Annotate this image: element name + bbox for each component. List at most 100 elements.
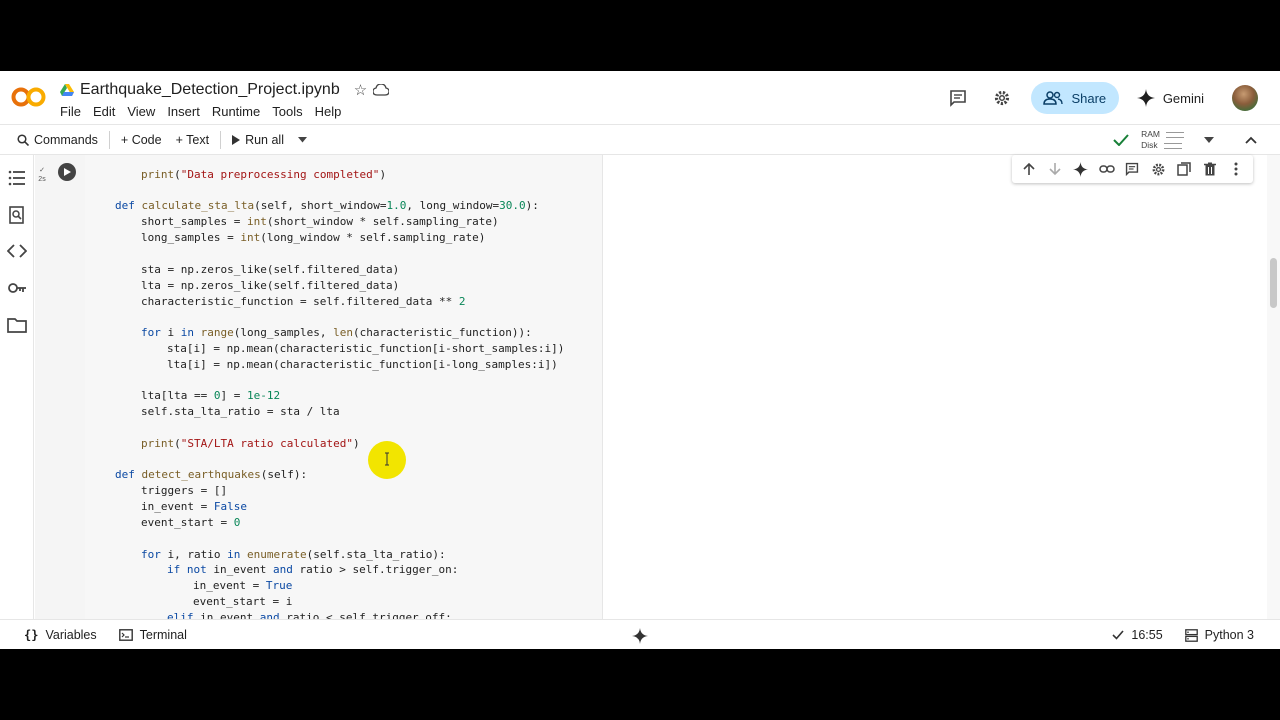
code-line[interactable]: long_samples = int(long_window * self.sa…: [141, 230, 485, 246]
link-icon[interactable]: [1098, 161, 1115, 177]
people-icon: [1043, 91, 1064, 105]
cell-settings-gear-icon[interactable]: [1150, 161, 1166, 177]
notebook-title[interactable]: Earthquake_Detection_Project.ipynb: [80, 81, 340, 99]
user-avatar[interactable]: [1232, 85, 1258, 111]
gemini-button[interactable]: Gemini: [1136, 89, 1204, 107]
secrets-key-icon[interactable]: [7, 278, 27, 298]
code-line[interactable]: short_samples = int(short_window * self.…: [141, 214, 499, 230]
notebook-toolbar: Commands + Code + Text Run all RAM Disk: [0, 124, 1280, 155]
menu-file[interactable]: File: [60, 104, 87, 119]
play-icon: [232, 135, 241, 145]
gemini-sparkle-icon: [1136, 89, 1155, 107]
move-up-icon[interactable]: [1021, 161, 1037, 177]
code-line[interactable]: event_start = 0: [141, 515, 240, 531]
terminal-icon: [118, 629, 133, 641]
scrollbar-track[interactable]: [1267, 155, 1280, 619]
status-bar: {} Variables Terminal 16:55 Python 3: [0, 619, 1280, 649]
code-line[interactable]: in_event = True: [193, 578, 292, 594]
ram-label: RAM: [1141, 129, 1160, 139]
more-vert-icon[interactable]: [1228, 161, 1244, 177]
gemini-label: Gemini: [1162, 90, 1204, 106]
title-row: Earthquake_Detection_Project.ipynb ☆: [60, 80, 390, 100]
code-line[interactable]: elif in_event and ratio < self.trigger_o…: [167, 610, 452, 619]
code-line[interactable]: def detect_earthquakes(self):: [115, 467, 307, 483]
gemini-sparkle-icon[interactable]: [632, 628, 648, 644]
check-icon: [1112, 630, 1124, 640]
add-code-button[interactable]: + Code: [114, 133, 169, 147]
share-label: Share: [1071, 90, 1107, 106]
code-line[interactable]: print("STA/LTA ratio calculated"): [141, 436, 360, 452]
terminal-label: Terminal: [139, 628, 187, 642]
status-time: 16:55: [1131, 628, 1163, 642]
code-line[interactable]: sta = np.zeros_like(self.filtered_data): [141, 262, 399, 278]
code-line[interactable]: lta[i] = np.mean(characteristic_function…: [167, 357, 558, 373]
code-line[interactable]: def calculate_sta_lta(self, short_window…: [115, 198, 539, 214]
toolbar-divider: [220, 131, 222, 149]
menu-tools[interactable]: Tools: [266, 104, 308, 119]
share-button[interactable]: Share: [1030, 82, 1119, 114]
play-icon: [63, 168, 71, 176]
code-line[interactable]: for i in range(long_samples, len(charact…: [141, 325, 532, 341]
star-icon[interactable]: ☆: [354, 81, 367, 99]
exec-time: 2s: [38, 176, 46, 183]
collapse-header-button[interactable]: [1236, 125, 1266, 155]
header-actions: Share Gemini: [943, 82, 1280, 114]
caret-down-icon: [1204, 137, 1214, 143]
menu-help[interactable]: Help: [309, 104, 348, 119]
cloud-saved-icon[interactable]: [373, 84, 390, 96]
runtime-type-button[interactable]: Python 3: [1184, 628, 1254, 642]
find-replace-icon[interactable]: [7, 205, 27, 225]
commands-button[interactable]: Commands: [10, 133, 105, 147]
search-icon: [17, 134, 29, 146]
scrollbar-thumb[interactable]: [1270, 258, 1277, 308]
left-sidebar: [0, 155, 34, 619]
delete-trash-icon[interactable]: [1202, 161, 1218, 177]
run-all-button[interactable]: Run all: [225, 133, 291, 147]
menu-edit[interactable]: Edit: [87, 104, 121, 119]
terminal-button[interactable]: Terminal: [118, 628, 187, 642]
comment-icon[interactable]: [1124, 161, 1140, 177]
code-line[interactable]: if not in_event and ratio > self.trigger…: [167, 562, 458, 578]
resource-monitor[interactable]: RAM Disk: [1141, 129, 1184, 151]
code-line[interactable]: self.sta_lta_ratio = sta / lta: [141, 404, 340, 420]
menu-runtime[interactable]: Runtime: [206, 104, 266, 119]
table-of-contents-icon[interactable]: [7, 168, 27, 188]
code-line[interactable]: lta = np.zeros_like(self.filtered_data): [141, 278, 399, 294]
comments-icon[interactable]: [943, 83, 973, 113]
mirror-cell-icon[interactable]: [1176, 161, 1192, 177]
code-line[interactable]: print("Data preprocessing completed"): [141, 167, 386, 183]
menu-bar: File Edit View Insert Runtime Tools Help: [60, 104, 347, 119]
code-editor[interactable]: print("Data preprocessing completed") def…: [85, 155, 603, 619]
move-down-icon[interactable]: [1047, 161, 1063, 177]
ram-bar: [1166, 131, 1184, 138]
run-cell-button[interactable]: [58, 163, 76, 181]
files-folder-icon[interactable]: [7, 315, 27, 335]
commands-label: Commands: [34, 133, 98, 147]
code-line[interactable]: lta[lta == 0] = 1e-12: [141, 388, 280, 404]
execution-time-status[interactable]: 16:55: [1112, 628, 1163, 642]
code-line[interactable]: sta[i] = np.mean(characteristic_function…: [167, 341, 564, 357]
colab-logo[interactable]: [11, 86, 47, 108]
drive-icon: [60, 83, 74, 96]
settings-gear-icon[interactable]: [987, 83, 1017, 113]
run-all-dropdown[interactable]: [291, 137, 314, 143]
runtime-dropdown[interactable]: [1194, 125, 1224, 155]
code-snippets-icon[interactable]: [7, 241, 27, 261]
code-line[interactable]: triggers = []: [141, 483, 227, 499]
code-line[interactable]: in_event = False: [141, 499, 247, 515]
colab-window: Earthquake_Detection_Project.ipynb ☆ Fil…: [0, 71, 1280, 649]
runtime-label: Python 3: [1204, 628, 1254, 642]
variables-button[interactable]: {} Variables: [24, 628, 97, 642]
disk-label: Disk: [1141, 140, 1158, 150]
code-line[interactable]: event_start = i: [193, 594, 292, 610]
text-cursor-icon: [385, 452, 389, 466]
code-line[interactable]: for i, ratio in enumerate(self.sta_lta_r…: [141, 547, 446, 563]
disk-bar: [1163, 142, 1182, 149]
menu-insert[interactable]: Insert: [161, 104, 206, 119]
code-line[interactable]: characteristic_function = self.filtered_…: [141, 294, 466, 310]
add-text-button[interactable]: + Text: [169, 133, 216, 147]
menu-view[interactable]: View: [121, 104, 161, 119]
gemini-sparkle-icon[interactable]: [1073, 161, 1089, 177]
header: Earthquake_Detection_Project.ipynb ☆ Fil…: [0, 71, 1280, 124]
connected-check-icon: [1113, 134, 1129, 146]
